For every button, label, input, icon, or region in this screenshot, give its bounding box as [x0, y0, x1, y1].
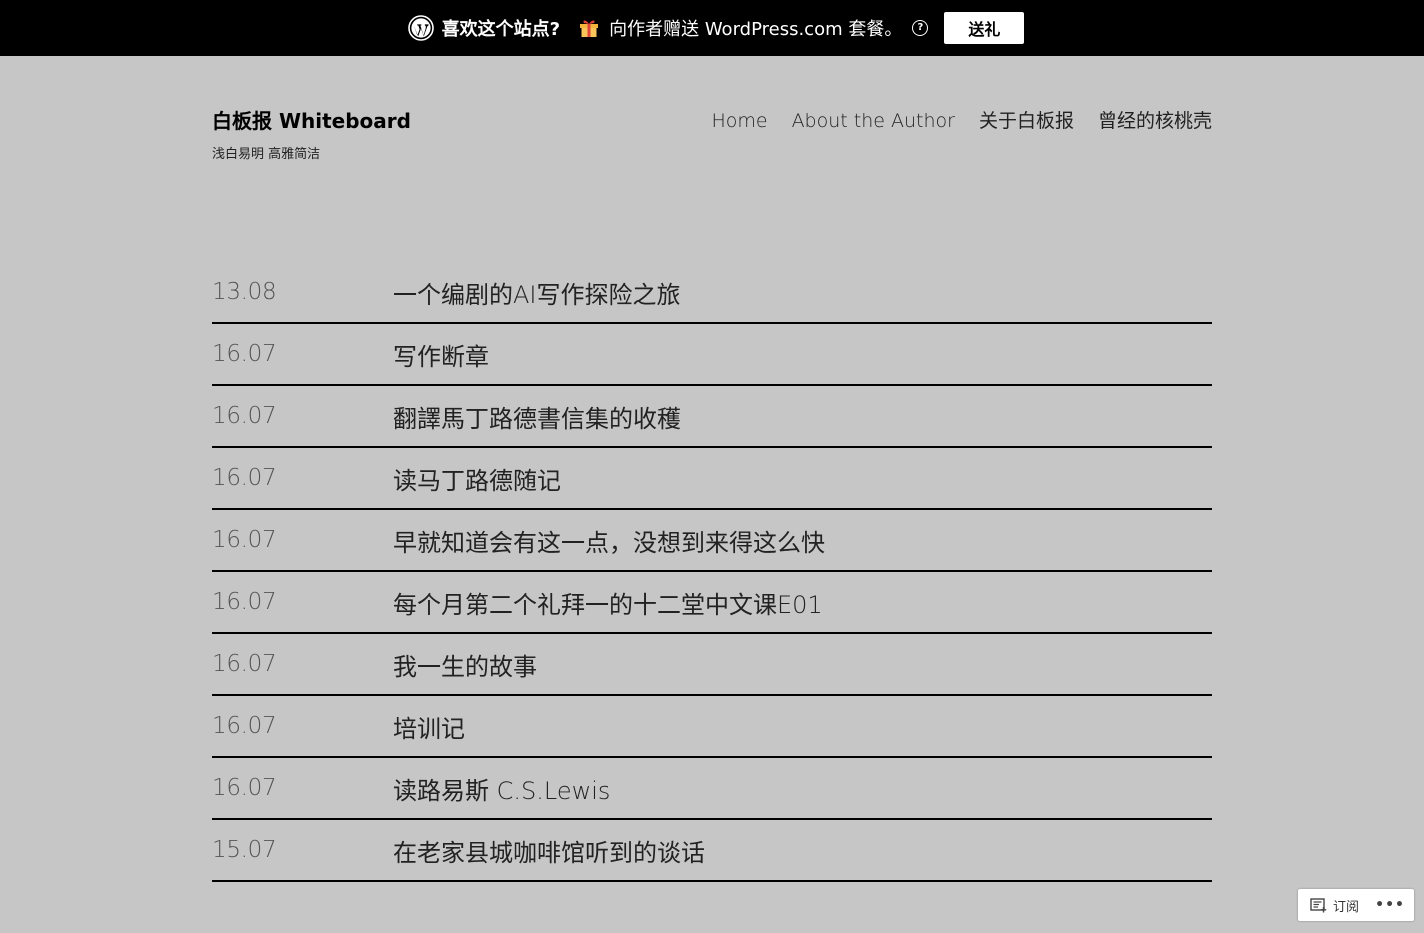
gift-icon — [578, 17, 600, 39]
post-title-link[interactable]: 一个编剧的AI写作探险之旅 — [393, 275, 681, 310]
post-date: 16.07 — [212, 589, 277, 615]
post-row: 16.07 写作断章 — [212, 324, 1212, 386]
post-title-link[interactable]: 培训记 — [393, 709, 465, 744]
post-row: 16.07 读马丁路德随记 — [212, 448, 1212, 510]
subscribe-button[interactable]: 订阅 — [1298, 889, 1359, 921]
promo-bar: 喜欢这个站点? 向作者赠送 WordPress.com 套餐。 ? 送礼 — [0, 0, 1424, 56]
post-list: 13.08 一个编剧的AI写作探险之旅 16.07 写作断章 16.07 翻譯馬… — [212, 262, 1212, 882]
wordpress-logo-icon[interactable] — [407, 15, 434, 41]
nav-item-home[interactable]: Home — [711, 108, 767, 134]
follow-widget: 订阅 ••• — [1298, 889, 1414, 921]
post-date: 16.07 — [212, 713, 277, 739]
post-date: 16.07 — [212, 527, 277, 553]
post-date: 13.08 — [212, 279, 277, 305]
promo-content: 喜欢这个站点? 向作者赠送 WordPress.com 套餐。 ? 送礼 — [407, 12, 1025, 44]
post-row: 16.07 每个月第二个礼拜一的十二堂中文课E01 — [212, 572, 1212, 634]
nav-item-about-author[interactable]: About the Author — [792, 108, 955, 134]
site-title[interactable]: 白板报 Whiteboard — [212, 108, 411, 134]
more-ellipsis-icon[interactable]: ••• — [1375, 897, 1405, 913]
post-title-link[interactable]: 读马丁路德随记 — [393, 461, 561, 496]
main-nav: Home About the Author 关于白板报 曾经的核桃壳 — [711, 108, 1212, 134]
post-row: 15.07 在老家县城咖啡馆听到的谈话 — [212, 820, 1212, 882]
site-tagline: 浅白易明 高雅简洁 — [212, 147, 321, 162]
post-row: 16.07 培训记 — [212, 696, 1212, 758]
post-row: 16.07 读路易斯 C.S.Lewis — [212, 758, 1212, 820]
post-date: 16.07 — [212, 465, 277, 491]
post-date: 16.07 — [212, 651, 277, 677]
post-title-link[interactable]: 翻譯馬丁路德書信集的收穫 — [393, 399, 681, 434]
post-title-link[interactable]: 我一生的故事 — [393, 647, 537, 682]
post-title-link[interactable]: 读路易斯 C.S.Lewis — [393, 771, 610, 806]
promo-question: 喜欢这个站点? — [441, 19, 561, 40]
post-title-link[interactable]: 在老家县城咖啡馆听到的谈话 — [393, 833, 705, 868]
reader-subscribe-icon — [1310, 897, 1327, 913]
post-title-link[interactable]: 每个月第二个礼拜一的十二堂中文课E01 — [393, 585, 823, 620]
post-date: 16.07 — [212, 403, 277, 429]
post-row: 16.07 我一生的故事 — [212, 634, 1212, 696]
gift-button[interactable]: 送礼 — [944, 12, 1025, 44]
post-row: 16.07 早就知道会有这一点，没想到来得这么快 — [212, 510, 1212, 572]
nav-item-about-whiteboard[interactable]: 关于白板报 — [979, 108, 1074, 134]
nav-item-walnut-shell[interactable]: 曾经的核桃壳 — [1098, 108, 1212, 134]
post-title-link[interactable]: 写作断章 — [393, 337, 489, 372]
promo-text: 向作者赠送 WordPress.com 套餐。 — [609, 19, 903, 40]
post-row: 13.08 一个编剧的AI写作探险之旅 — [212, 262, 1212, 324]
help-circle-icon[interactable]: ? — [912, 20, 929, 36]
subscribe-label: 订阅 — [1333, 899, 1360, 915]
post-date: 15.07 — [212, 837, 277, 863]
post-date: 16.07 — [212, 341, 277, 367]
post-date: 16.07 — [212, 775, 277, 801]
post-title-link[interactable]: 早就知道会有这一点，没想到来得这么快 — [393, 523, 825, 558]
post-row: 16.07 翻譯馬丁路德書信集的收穫 — [212, 386, 1212, 448]
